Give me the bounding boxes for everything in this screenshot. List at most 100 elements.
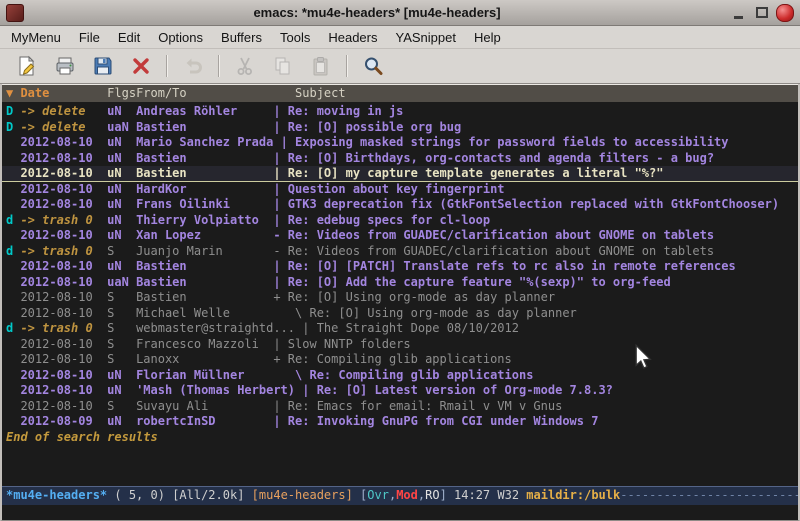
date-field: 2012-08-10 xyxy=(20,337,107,351)
flags-field: uN xyxy=(107,228,136,242)
subject-field: Re: edebug specs for cl-loop xyxy=(288,213,490,227)
header-row[interactable]: 2012-08-10 uaN Bastien | Re: [O] Add the… xyxy=(2,275,798,291)
column-header-subject[interactable]: Subject xyxy=(273,86,345,100)
from-field: Lanoxx xyxy=(136,352,273,366)
header-row[interactable]: 2012-08-10 S Francesco Mazzoli | Slow NN… xyxy=(2,337,798,353)
column-header-flags[interactable]: Flgs xyxy=(107,86,136,100)
mark-char xyxy=(6,228,20,242)
from-field: Frans Oilinki xyxy=(136,197,273,211)
save-icon[interactable] xyxy=(88,52,118,80)
header-row[interactable]: 2012-08-10 uN 'Mash (Thomas Herbert) | R… xyxy=(2,383,798,399)
copy-icon xyxy=(268,52,298,80)
thread-indicator: + xyxy=(273,290,287,304)
subject-field: Re: [O] [PATCH] Translate refs to rc als… xyxy=(288,259,736,273)
menu-tools[interactable]: Tools xyxy=(271,28,319,47)
menu-help[interactable]: Help xyxy=(465,28,510,47)
undo-icon xyxy=(178,52,208,80)
header-row[interactable]: 2012-08-10 S Lanoxx + Re: Compiling glib… xyxy=(2,352,798,368)
modeline-buffer-name: *mu4e-headers* xyxy=(6,488,107,502)
toolbar-separator xyxy=(218,55,220,77)
header-row[interactable]: 2012-08-10 S Suvayu Ali | Re: Emacs for … xyxy=(2,399,798,415)
mark-char xyxy=(6,259,20,273)
mode-line[interactable]: *mu4e-headers* ( 5, 0) [All/2.0k] [mu4e-… xyxy=(2,486,798,505)
date-field: 2012-08-10 xyxy=(20,135,107,149)
maximize-button[interactable] xyxy=(753,4,770,21)
subject-field: Re: [O] Add the capture feature "%(sexp)… xyxy=(288,275,671,289)
flags-field: uN xyxy=(107,213,136,227)
from-field: Juanjo Marin xyxy=(136,244,273,258)
flags-field: S xyxy=(107,306,136,320)
menu-mymenu[interactable]: MyMenu xyxy=(2,28,70,47)
subject-field: Slow NNTP folders xyxy=(288,337,411,351)
date-field: 2012-08-10 xyxy=(20,368,107,382)
mark-char xyxy=(6,337,20,351)
mark-char xyxy=(6,383,20,397)
subject-field: Re: Compiling glib applications xyxy=(288,352,512,366)
menu-buffers[interactable]: Buffers xyxy=(212,28,271,47)
menu-headers[interactable]: Headers xyxy=(319,28,386,47)
header-row[interactable]: 2012-08-10 uN Bastien | Re: [O] my captu… xyxy=(2,166,798,182)
header-row[interactable]: 2012-08-10 uN HardKor | Question about k… xyxy=(2,182,798,198)
flags-field: uN xyxy=(107,104,136,118)
thread-indicator: \ xyxy=(273,306,309,320)
header-row[interactable]: 2012-08-10 S Michael Welle \ Re: [O] Usi… xyxy=(2,306,798,322)
buffer-empty-space xyxy=(2,445,798,486)
mark-char xyxy=(6,290,20,304)
thread-indicator: - xyxy=(273,244,287,258)
header-row[interactable]: 2012-08-10 uN Xan Lopez - Re: Videos fro… xyxy=(2,228,798,244)
thread-indicator: | xyxy=(273,166,287,180)
window-menu-icon[interactable] xyxy=(6,4,24,22)
date-field: -> delete xyxy=(20,104,107,118)
thread-indicator: | xyxy=(273,259,287,273)
from-field: Andreas Röhler xyxy=(136,104,273,118)
search-icon[interactable] xyxy=(358,52,388,80)
header-row[interactable]: D -> delete uN Andreas Röhler | Re: movi… xyxy=(2,104,798,120)
thread-indicator: | xyxy=(273,414,287,428)
kill-buffer-icon[interactable] xyxy=(126,52,156,80)
menu-options[interactable]: Options xyxy=(149,28,212,47)
header-row[interactable]: 2012-08-09 uN robertcInSD | Re: Invoking… xyxy=(2,414,798,430)
header-row[interactable]: d -> trash 0 S Juanjo Marin - Re: Videos… xyxy=(2,244,798,260)
close-button[interactable] xyxy=(776,4,794,22)
buffer-area: ▼ Date FlgsFrom/To Subject D -> delete u… xyxy=(2,84,798,486)
from-field: Suvayu Ali xyxy=(136,399,273,413)
column-header-from[interactable]: From/To xyxy=(136,86,273,100)
modeline-line-col: ( 5, 0) xyxy=(107,488,172,502)
header-row[interactable]: 2012-08-10 uN Bastien | Re: [O] Birthday… xyxy=(2,151,798,167)
toolbar-separator xyxy=(166,55,168,77)
flags-field: uN xyxy=(107,166,136,180)
print-icon[interactable] xyxy=(50,52,80,80)
thread-indicator: | xyxy=(273,197,287,211)
mark-char xyxy=(6,275,20,289)
menu-edit[interactable]: Edit xyxy=(109,28,149,47)
header-row[interactable]: d -> trash 0 S webmaster@straightd... | … xyxy=(2,321,798,337)
subject-field: Re: moving in js xyxy=(288,104,404,118)
flags-field: uN xyxy=(107,368,136,382)
header-row[interactable]: 2012-08-10 uN Mario Sanchez Prada | Expo… xyxy=(2,135,798,151)
date-field: 2012-08-10 xyxy=(20,182,107,196)
header-row[interactable]: 2012-08-10 uN Frans Oilinki | GTK3 depre… xyxy=(2,197,798,213)
minimize-button[interactable] xyxy=(730,4,747,21)
menu-file[interactable]: File xyxy=(70,28,109,47)
flags-field: uN xyxy=(107,151,136,165)
echo-area[interactable] xyxy=(2,505,798,520)
thread-indicator: | xyxy=(273,182,287,196)
header-row[interactable]: d -> trash 0 uN Thierry Volpiatto | Re: … xyxy=(2,213,798,229)
thread-indicator: | xyxy=(273,275,287,289)
end-of-results: End of search results xyxy=(2,430,798,446)
headers-header-line: ▼ Date FlgsFrom/To Subject xyxy=(2,84,798,102)
header-row[interactable]: 2012-08-10 S Bastien + Re: [O] Using org… xyxy=(2,290,798,306)
menu-yasnippet[interactable]: YASnippet xyxy=(386,28,464,47)
modeline-status-ro: RO xyxy=(425,488,439,502)
modeline-status-mod: Mod xyxy=(396,488,418,502)
mark-char: d xyxy=(6,321,20,335)
subject-field: The Straight Dope 08/10/2012 xyxy=(317,321,519,335)
header-row[interactable]: 2012-08-10 uN Bastien | Re: [O] [PATCH] … xyxy=(2,259,798,275)
header-row[interactable]: D -> delete uaN Bastien | Re: [O] possib… xyxy=(2,120,798,136)
date-field: 2012-08-10 xyxy=(20,306,107,320)
window-controls xyxy=(724,4,794,22)
flags-field: S xyxy=(107,337,136,351)
column-header-date[interactable]: ▼ Date xyxy=(6,86,107,100)
new-file-icon[interactable] xyxy=(12,52,42,80)
header-row[interactable]: 2012-08-10 uN Florian Müllner \ Re: Comp… xyxy=(2,368,798,384)
